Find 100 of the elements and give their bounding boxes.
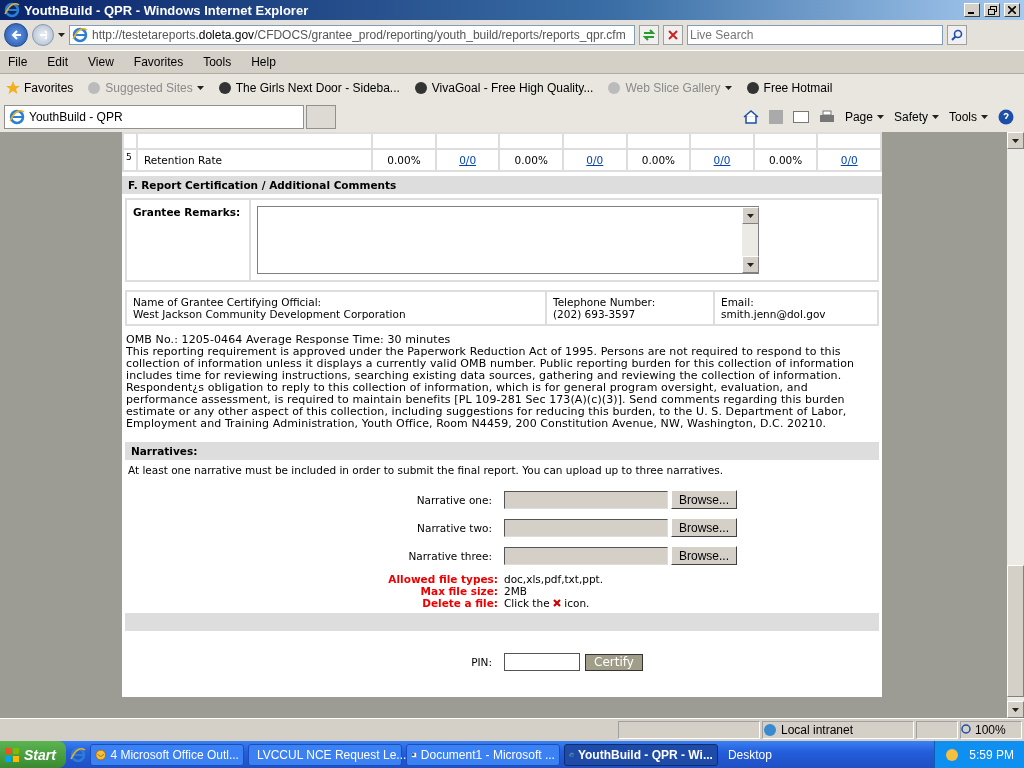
field-label: Email:	[721, 296, 755, 308]
browse-button[interactable]: Browse...	[671, 546, 737, 565]
menu-item[interactable]: File	[8, 55, 28, 69]
favorite-link[interactable]: Free Hotmail	[745, 81, 833, 95]
table-cell: 0.00%	[373, 150, 435, 170]
scrollbar-thumb[interactable]	[1007, 565, 1024, 697]
restore-button[interactable]	[984, 3, 1000, 17]
delete-icon	[552, 599, 561, 607]
favorite-link[interactable]: The Girls Next Door - Sideba...	[217, 81, 400, 95]
browser-icon	[9, 109, 25, 125]
windows-logo-icon	[4, 746, 20, 763]
scroll-up-button[interactable]	[742, 207, 759, 224]
url-text: http://testetareports.doleta.gov/CFDOCS/grantee_prod/reporting/youth_build/reports/reports_qpr.cfm	[92, 28, 626, 42]
ratio-link[interactable]: 0/0	[840, 154, 858, 166]
field-label: Narrative two:	[416, 521, 493, 534]
caret-icon	[932, 115, 939, 119]
scroll-up-button[interactable]	[1007, 132, 1024, 149]
caret-icon	[724, 86, 732, 90]
scroll-down-button[interactable]	[1007, 701, 1024, 718]
taskbar-button[interactable]: 4 Microsoft Office Outl...	[89, 743, 244, 766]
remarks-field[interactable]	[257, 206, 759, 274]
section-heading: Narratives:	[125, 442, 879, 460]
minimize-button[interactable]	[964, 3, 980, 17]
command-menu[interactable]: Safety	[893, 110, 939, 124]
field-value: West Jackson Community Development Corporation	[133, 308, 407, 320]
desktop-toolbar[interactable]: Desktop	[721, 747, 778, 762]
star-icon	[6, 81, 20, 95]
arrow-right-icon	[39, 29, 47, 41]
rule-label: Allowed file types:	[387, 573, 499, 585]
field-label: Narrative one:	[415, 493, 493, 506]
refresh-button[interactable]	[639, 25, 659, 45]
close-icon	[668, 30, 678, 40]
quick-launch-icon	[69, 746, 86, 763]
arrow-left-icon	[11, 29, 21, 41]
browse-button[interactable]: Browse...	[671, 518, 737, 537]
command-menu[interactable]: Tools	[949, 110, 988, 124]
stop-button[interactable]	[663, 25, 683, 45]
caret-icon	[747, 262, 754, 267]
caret-icon	[58, 33, 65, 37]
zoom-button[interactable]: 100%	[960, 721, 1022, 739]
table-cell: Retention Rate	[137, 150, 372, 170]
protected-mode-pane	[916, 721, 958, 739]
search-icon	[951, 29, 963, 41]
caret-icon	[1012, 138, 1019, 143]
back-button[interactable]	[4, 23, 28, 47]
row-number: 5	[124, 150, 136, 170]
search-field[interactable]: Live Search	[687, 25, 943, 45]
browser-icon	[4, 2, 20, 18]
browse-button[interactable]: Browse...	[671, 490, 737, 509]
taskbar-button[interactable]: YouthBuild - QPR - Wi...	[563, 743, 718, 766]
table-cell: 0.00%	[500, 150, 563, 170]
scroll-down-button[interactable]	[742, 256, 759, 273]
browser-tab[interactable]: YouthBuild - QPR	[4, 105, 304, 129]
field-value: smith.jenn@dol.gov	[721, 308, 827, 320]
table-cell: 0.00%	[754, 150, 817, 170]
caret-icon	[196, 86, 204, 90]
menu-item[interactable]: Help	[251, 55, 276, 69]
ratio-link[interactable]: 0/0	[586, 154, 604, 166]
rule-value: doc,xls,pdf,txt,ppt.	[504, 573, 604, 585]
restore-icon	[987, 5, 997, 15]
pin-field[interactable]	[504, 653, 580, 671]
field-label: Narrative three:	[407, 549, 493, 562]
field-label: PIN:	[470, 656, 493, 668]
search-button[interactable]	[947, 25, 967, 45]
rule-value: icon.	[564, 597, 590, 609]
taskbar-button[interactable]: Document1 - Microsoft ...	[405, 743, 560, 766]
field-label: Grantee Remarks:	[127, 200, 249, 280]
rule-label: Max file size:	[419, 585, 499, 597]
file-field[interactable]	[504, 518, 668, 537]
omb-line: OMB No.: 1205-0464 Average Response Time: 30 minutes	[126, 334, 452, 346]
caret-icon	[981, 115, 988, 119]
caret-icon	[876, 115, 884, 119]
file-field[interactable]	[504, 490, 668, 509]
ratio-link[interactable]: 0/0	[459, 154, 477, 166]
favorites-button[interactable]: Favorites	[6, 81, 74, 95]
menu-item[interactable]: Tools	[203, 55, 232, 69]
close-button[interactable]	[1004, 3, 1020, 17]
file-field[interactable]	[504, 546, 668, 565]
window-title: YouthBuild - QPR - Windows Internet Explorer	[24, 2, 310, 18]
help-icon[interactable]	[998, 109, 1014, 125]
clock: 5:59 PM	[969, 747, 1014, 762]
rule-value: 2MB	[504, 585, 527, 597]
table-cell: 0.00%	[627, 150, 690, 170]
refresh-icon	[642, 29, 656, 41]
address-field[interactable]: http://testetareports.doleta.gov/CFDOCS/grantee_prod/reporting/youth_build/reports/reports_qpr.cfm	[69, 25, 635, 45]
field-value: (202) 693-3597	[553, 308, 637, 320]
command-menu[interactable]: Page	[844, 110, 884, 124]
printer-icon[interactable]	[818, 110, 835, 124]
favorite-link[interactable]: VivaGoal - Free High Quality...	[413, 81, 594, 95]
zone-text: Local intranet	[781, 723, 854, 737]
close-icon	[1008, 6, 1016, 14]
mail-icon[interactable]	[792, 111, 809, 123]
menu-item[interactable]: Favorites	[133, 55, 184, 69]
menu-item[interactable]: Edit	[47, 55, 69, 69]
rule-value: Click the	[504, 597, 550, 609]
ratio-link[interactable]: 0/0	[713, 154, 731, 166]
home-icon[interactable]	[742, 110, 759, 124]
menu-item[interactable]: View	[88, 55, 114, 69]
field-label: Telephone Number:	[553, 296, 657, 308]
section-heading: F. Report Certification / Additional Comments	[122, 176, 882, 194]
